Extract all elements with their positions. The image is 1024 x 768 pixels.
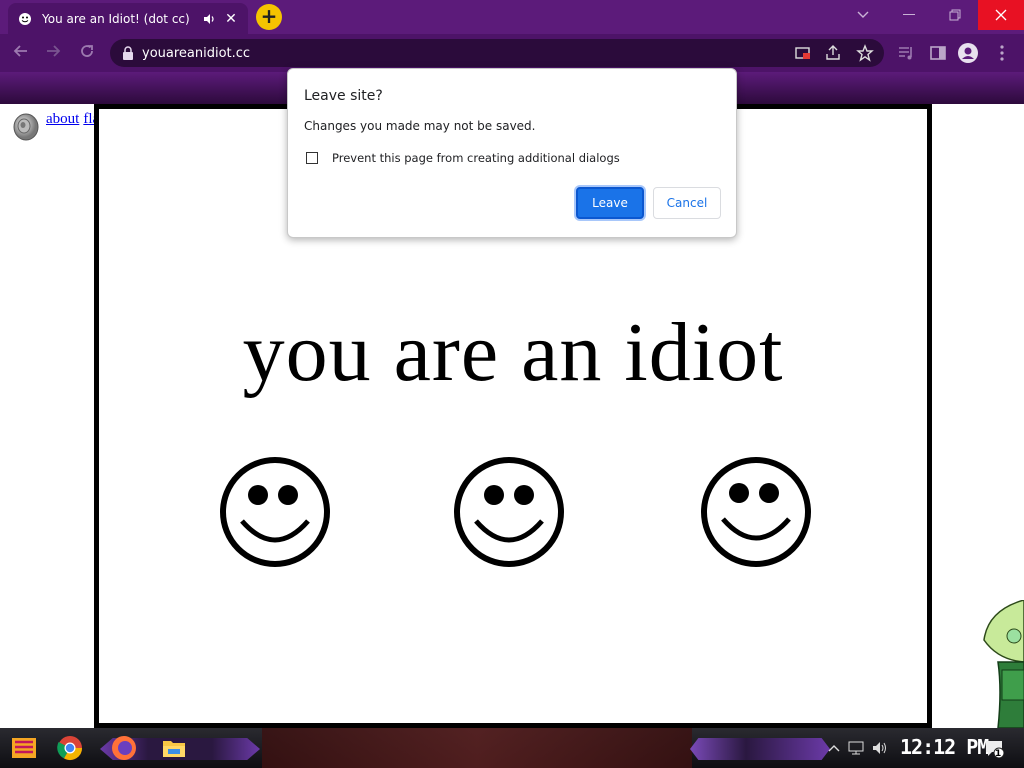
audio-playing-icon[interactable] — [202, 12, 216, 26]
url-text: youareanidiot.cc — [142, 45, 251, 61]
share-icon[interactable] — [824, 44, 842, 62]
leave-button[interactable]: Leave — [576, 187, 644, 219]
smiley-face-icon — [454, 457, 564, 567]
tab-title: You are an Idiot! (dot cc) — [42, 11, 190, 26]
chevron-up-icon[interactable] — [826, 740, 842, 756]
close-icon[interactable]: ✕ — [224, 11, 238, 27]
restore-icon[interactable] — [932, 0, 978, 30]
firefox-icon[interactable] — [110, 734, 138, 762]
star-icon[interactable] — [856, 44, 874, 62]
chrome-icon[interactable] — [56, 734, 84, 762]
minimize-icon[interactable] — [886, 0, 932, 30]
network-icon[interactable] — [848, 740, 864, 756]
media-icon[interactable] — [896, 43, 916, 63]
taskbar-clock[interactable]: 12:12 PM — [900, 735, 989, 759]
reload-icon[interactable] — [76, 42, 98, 64]
browser-toolbar: youareanidiot.cc — [0, 34, 1024, 72]
volume-icon[interactable] — [872, 740, 888, 756]
tab-active[interactable]: You are an Idiot! (dot cc) ✕ — [8, 3, 248, 34]
profile-icon[interactable] — [958, 43, 978, 63]
close-window-icon[interactable] — [978, 0, 1024, 30]
cancel-button[interactable]: Cancel — [653, 187, 721, 219]
leave-site-dialog: Leave site? Changes you made may not be … — [287, 68, 737, 238]
notification-count: 1 — [995, 749, 1002, 759]
chevron-down-icon[interactable] — [840, 0, 886, 30]
headline: you are an idiot — [242, 306, 784, 399]
taskbar-decoration — [690, 738, 830, 760]
new-tab-button[interactable]: + — [256, 4, 282, 30]
back-icon[interactable] — [10, 42, 32, 64]
taskbar: 12:12 PM 1 — [0, 728, 1024, 768]
forward-icon[interactable] — [42, 42, 64, 64]
prevent-dialogs-checkbox[interactable] — [306, 152, 318, 164]
prevent-dialogs-label[interactable]: Prevent this page from creating addition… — [332, 151, 620, 165]
smiley-favicon — [19, 12, 31, 25]
smiley-face-icon — [220, 457, 330, 567]
menu-icon[interactable] — [992, 43, 1012, 63]
smiley-face-icon — [701, 457, 811, 567]
cartoon-character-sticker — [983, 600, 1024, 728]
lock-icon[interactable] — [122, 46, 134, 60]
side-panel-icon[interactable] — [928, 43, 948, 63]
dialog-message: Changes you made may not be saved. — [304, 119, 536, 133]
file-explorer-icon[interactable] — [160, 734, 188, 762]
taskbar-wallpaper-strip — [262, 728, 692, 768]
address-bar[interactable]: youareanidiot.cc — [110, 39, 884, 67]
start-icon[interactable] — [10, 734, 38, 762]
speaker-icon[interactable] — [8, 112, 40, 142]
tab-strip: You are an Idiot! (dot cc) ✕ + — [0, 0, 1024, 34]
about-link[interactable]: about — [46, 111, 79, 127]
dialog-title: Leave site? — [304, 88, 383, 104]
cast-icon[interactable] — [794, 44, 812, 62]
